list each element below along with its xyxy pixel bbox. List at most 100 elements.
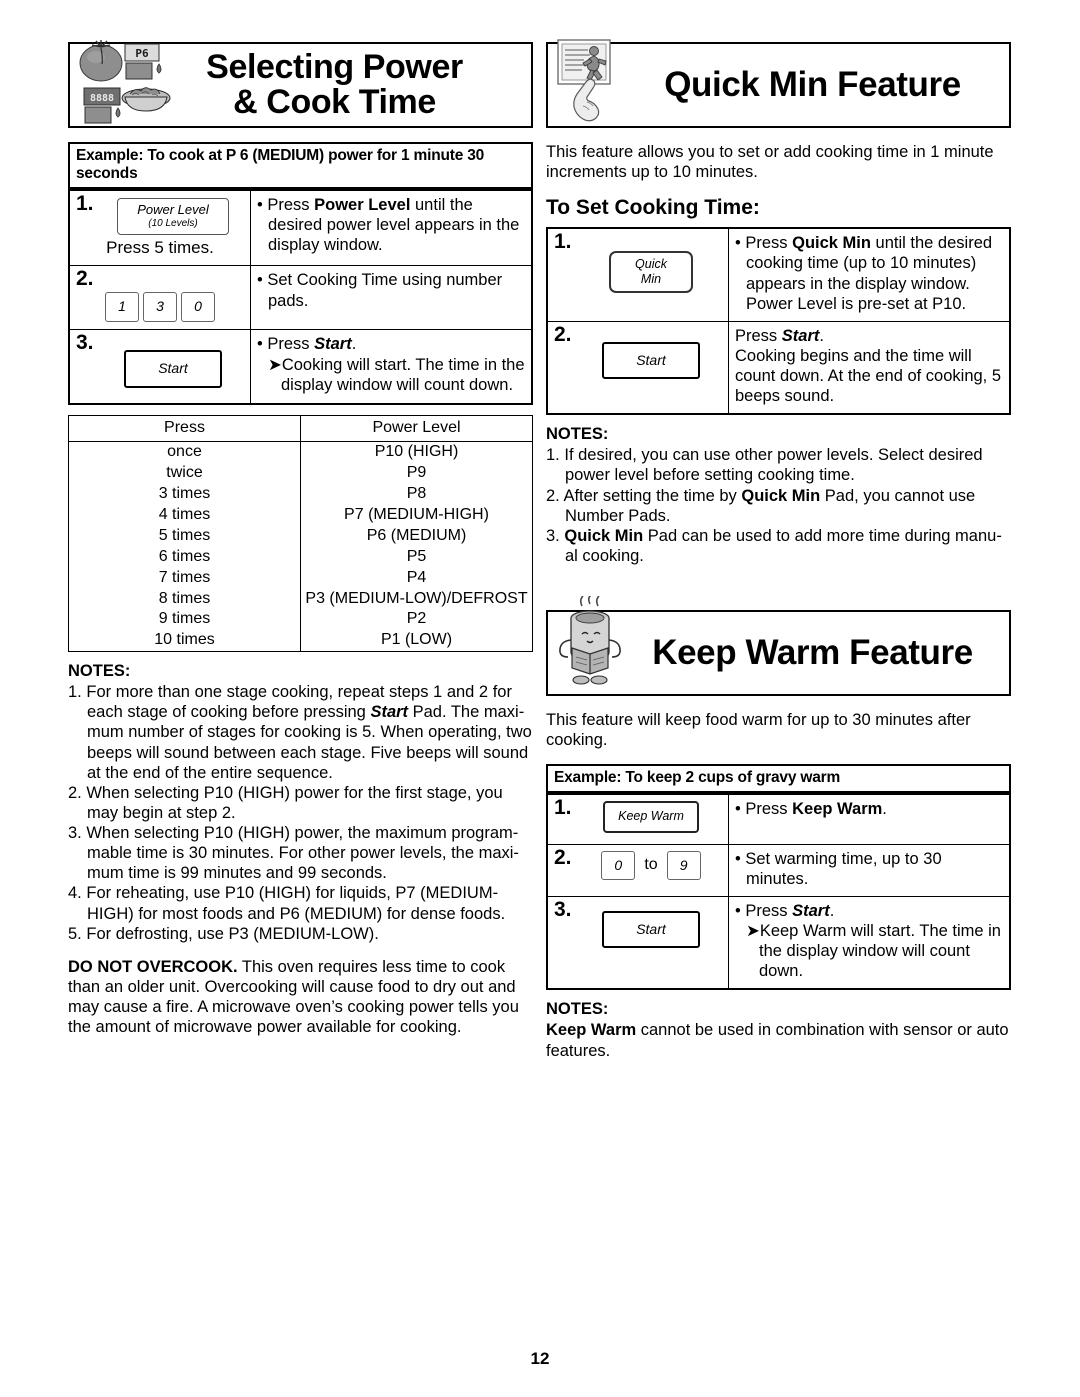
instruction-line: • Set Cooking Time using number pads. bbox=[257, 271, 503, 310]
emphasis-text: Quick Min bbox=[792, 234, 871, 253]
start-key[interactable]: Start bbox=[602, 910, 700, 948]
step-row-3: 3. Start • Press Start. ➤Keep Warm will … bbox=[546, 895, 1011, 990]
power-table-header-row: Press Power Level bbox=[68, 415, 533, 443]
note-item: 1. If desired, you can use other power l… bbox=[546, 445, 1011, 485]
power-table-body: once P10 (HIGH) twice P9 3 times P8 4 times P7 … bbox=[68, 441, 533, 652]
step-3-key-cell: 3. Start bbox=[546, 895, 729, 990]
power-table-cell-level: P8 bbox=[406, 485, 427, 503]
note-number: 1. bbox=[546, 446, 565, 465]
step-1-key-area: Power Level (10 Levels) bbox=[74, 195, 246, 236]
steps-table-selecting-power: 1. Power Level (10 Levels) Press 5 times… bbox=[68, 189, 533, 405]
power-table-cell-level: P2 bbox=[406, 610, 427, 628]
step-row-3: 3. Start • Press Start. ➤Cooking will st… bbox=[68, 329, 533, 405]
power-table-cell-level: P5 bbox=[406, 547, 427, 565]
range-to-label: to bbox=[644, 856, 658, 874]
step-2-key-cell: 2. 130 bbox=[68, 265, 251, 331]
number-pad-9[interactable]: 9 bbox=[666, 850, 701, 880]
power-table-cell-level: P3 (MEDIUM-LOW)/DEFROST bbox=[305, 589, 528, 607]
step-row-2: 2. Start Press Start. Cooking begins and… bbox=[546, 320, 1011, 415]
number-pad-1[interactable]: 1 bbox=[105, 292, 139, 322]
note-text: After setting the time by Quick Min Pad,… bbox=[563, 486, 976, 525]
instruction-line: • Set warming time, up to 30 minutes. bbox=[735, 849, 942, 888]
note-text: For defrosting, use P3 (MEDIUM-LOW). bbox=[86, 924, 379, 943]
table-row: twice P9 bbox=[68, 463, 533, 485]
instruction-line: • Press Start. bbox=[735, 901, 835, 920]
step-number: 3. bbox=[554, 897, 572, 921]
step-2-instruction: • Set Cooking Time using number pads. bbox=[250, 265, 533, 331]
step-1-instruction: • Press Quick Min until the desired cook… bbox=[728, 227, 1011, 322]
step-number: 2. bbox=[554, 322, 572, 346]
table-row: 3 times P8 bbox=[68, 484, 533, 506]
power-level-table: Press Power Level once P10 (HIGH) twice P9 3… bbox=[68, 414, 533, 653]
section-title: Selecting Power & Cook Time bbox=[206, 47, 463, 121]
note-text: For more than one stage cooking, repeat … bbox=[86, 683, 532, 782]
emphasis-text: Start bbox=[314, 335, 352, 354]
step-2-key-cell: 2. 0 to 9 bbox=[546, 843, 729, 897]
manual-page: P6 8888 Selecting Power & Cook Time Exam… bbox=[0, 0, 1080, 1397]
note-text: Quick Min Pad can be used to add more ti… bbox=[564, 526, 1002, 565]
number-pad-3[interactable]: 3 bbox=[143, 292, 177, 322]
emphasis-text: Start bbox=[370, 703, 409, 722]
step-2-instruction: Press Start. Cooking begins and the time… bbox=[728, 320, 1011, 415]
step-number: 3. bbox=[76, 331, 94, 355]
quick-min-intro: This feature allows you to set or add co… bbox=[546, 143, 994, 182]
power-level-key[interactable]: Power Level (10 Levels) bbox=[117, 198, 229, 236]
instruction-line: Press Start. bbox=[735, 326, 824, 345]
step-row-1: 1. Keep Warm • Press Keep Warm. bbox=[546, 793, 1011, 845]
step-1-key-cell: 1. Power Level (10 Levels) Press 5 times… bbox=[68, 189, 251, 267]
start-key[interactable]: Start bbox=[602, 341, 700, 379]
number-pad-0[interactable]: 0 bbox=[601, 850, 636, 880]
power-table-cell-press: 6 times bbox=[68, 546, 301, 568]
right-column: Quick Min Feature This feature allows yo… bbox=[546, 39, 1011, 1061]
step-3-key-area: Start bbox=[552, 901, 724, 954]
page-number: 12 bbox=[530, 1349, 550, 1368]
note-text: If desired, you can use other power leve… bbox=[564, 446, 983, 485]
emphasis-text: Quick Min bbox=[564, 526, 644, 545]
power-table-cell-press: 7 times bbox=[68, 567, 301, 589]
power-table-cell-level: P10 (HIGH) bbox=[374, 443, 459, 461]
section-banner-keep-warm: Keep Warm Feature bbox=[546, 596, 1011, 696]
emphasis-text: Keep Warm bbox=[792, 800, 883, 819]
section-title: Quick Min Feature bbox=[664, 64, 961, 104]
step-number: 2. bbox=[76, 267, 94, 291]
step-2-number-pads: 130 bbox=[74, 270, 246, 322]
left-column: P6 8888 Selecting Power & Cook Time Exam… bbox=[68, 40, 533, 1037]
note-text: When selecting P10 (HIGH) power, the max… bbox=[86, 824, 519, 883]
instruction-line: Cooking begins and the time will count d… bbox=[735, 346, 1002, 406]
step-2-instruction: • Set warming time, up to 30 minutes. bbox=[728, 843, 1011, 897]
svg-text:8888: 8888 bbox=[90, 93, 114, 104]
power-table-cell-press: 4 times bbox=[68, 505, 301, 526]
power-table-cell-level: P6 (MEDIUM) bbox=[366, 526, 467, 544]
power-table-header-press: Press bbox=[68, 415, 301, 443]
to-set-cooking-time-heading: To Set Cooking Time: bbox=[546, 196, 760, 220]
steps-table-keep-warm: 1. Keep Warm • Press Keep Warm. 2. 0 to 9 bbox=[546, 793, 1011, 991]
emphasis-text: Power Level bbox=[314, 196, 411, 214]
power-table-cell-press: 3 times bbox=[68, 484, 301, 506]
keep-warm-key[interactable]: Keep Warm bbox=[603, 801, 699, 833]
step-2-range-pads: 0 to 9 bbox=[552, 849, 724, 885]
emphasis-text: DO NOT OVERCOOK. bbox=[68, 957, 238, 976]
power-table-cell-level: P9 bbox=[406, 464, 427, 482]
step-1-key-area: Quick Min bbox=[552, 233, 724, 303]
table-row: 8 times P3 (MEDIUM-LOW)/DEFROST bbox=[68, 588, 533, 610]
note-text: When selecting P10 (HIGH) power for the … bbox=[86, 783, 503, 822]
quick-min-key[interactable]: Quick Min bbox=[609, 251, 693, 293]
notes-heading-keep-warm: NOTES: bbox=[546, 1000, 609, 1019]
note-number: 3. bbox=[68, 824, 87, 843]
notes-list-left: 1. For more than one stage cooking, repe… bbox=[68, 682, 533, 944]
power-table-cell-press: 5 times bbox=[68, 525, 301, 547]
step-1-key-area: Keep Warm bbox=[552, 799, 724, 836]
press-times-note: Press 5 times. bbox=[106, 238, 214, 258]
power-table-cell-press: twice bbox=[68, 463, 301, 485]
step-1-key-cell: 1. Keep Warm bbox=[546, 793, 729, 845]
table-row: 7 times P4 bbox=[68, 567, 533, 589]
number-pad-0[interactable]: 0 bbox=[181, 292, 215, 322]
note-number: 3. bbox=[546, 526, 565, 545]
step-number: 1. bbox=[554, 796, 572, 820]
note-item: 5. For defrosting, use P3 (MEDIUM-LOW). bbox=[68, 924, 533, 944]
example-bar-cook: Example: To cook at P 6 (MEDIUM) power f… bbox=[68, 142, 533, 189]
table-row: once P10 (HIGH) bbox=[68, 441, 533, 464]
start-key[interactable]: Start bbox=[124, 350, 222, 388]
step-2-key-cell: 2. Start bbox=[546, 320, 729, 415]
